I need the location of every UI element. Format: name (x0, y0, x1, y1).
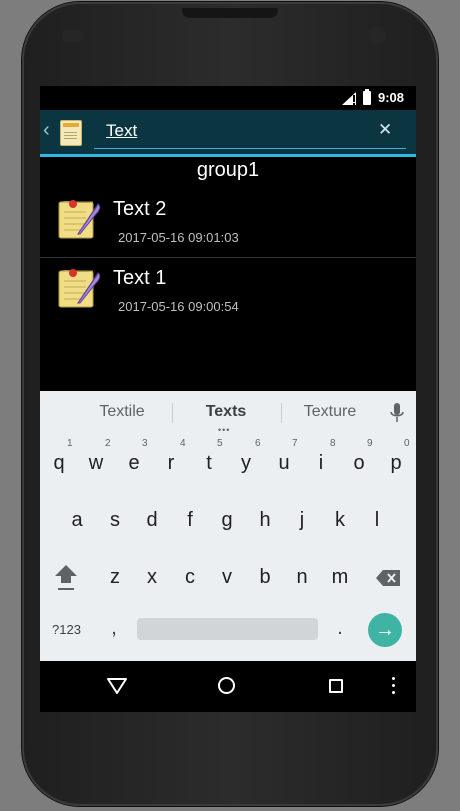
key-c[interactable]: c (172, 555, 208, 599)
nav-back-icon[interactable] (107, 677, 127, 695)
item-date: 2017-05-16 09:00:54 (118, 299, 239, 314)
arrow-right-icon[interactable]: → (368, 613, 402, 647)
close-icon[interactable]: ✕ (378, 120, 392, 140)
key-x[interactable]: x (134, 555, 170, 599)
key-h[interactable]: h (247, 498, 283, 542)
microphone-icon[interactable] (389, 403, 405, 423)
note-quill-icon (58, 200, 101, 239)
backspace-icon[interactable] (376, 570, 400, 586)
group-title: group1 (196, 159, 260, 181)
key-w[interactable]: w (78, 441, 114, 485)
nav-home-icon[interactable] (218, 677, 235, 694)
suggestion-texts[interactable]: Texts (176, 403, 276, 421)
key-y[interactable]: y (228, 441, 264, 485)
key-z[interactable]: z (97, 555, 133, 599)
item-date: 2017-05-16 09:01:03 (118, 230, 239, 245)
key-v[interactable]: v (209, 555, 245, 599)
signal-icon (342, 92, 356, 105)
more-suggestions-dots[interactable]: ••• (218, 425, 230, 435)
key-m[interactable]: m (322, 555, 358, 599)
notepad-icon[interactable] (60, 120, 82, 146)
suggestion-textile[interactable]: Textile (72, 403, 172, 421)
key-l[interactable]: l (359, 498, 395, 542)
key-p[interactable]: p (378, 441, 414, 485)
key-r[interactable]: r (153, 441, 189, 485)
search-action-bar: ‹ ✕ (40, 110, 416, 157)
key-a[interactable]: a (59, 498, 95, 542)
list-item[interactable]: Text 2 2017-05-16 09:01:03 (40, 190, 416, 258)
key-n[interactable]: n (284, 555, 320, 599)
overflow-menu-icon[interactable] (392, 677, 395, 698)
comma-key[interactable]: , (106, 617, 122, 640)
list-item[interactable]: Text 1 2017-05-16 09:00:54 (40, 259, 416, 327)
list-divider (40, 257, 416, 258)
key-d[interactable]: d (134, 498, 170, 542)
search-input[interactable] (106, 120, 346, 142)
key-o[interactable]: o (341, 441, 377, 485)
key-f[interactable]: f (172, 498, 208, 542)
navigation-bar (40, 666, 416, 712)
battery-icon (363, 89, 371, 105)
status-bar: 9:08 (40, 86, 416, 110)
suggestion-strip: Textile Texts ••• Texture (40, 391, 416, 435)
front-camera (368, 26, 386, 44)
suggestion-divider (172, 403, 173, 423)
key-i[interactable]: i (303, 441, 339, 485)
search-box[interactable]: ✕ (94, 116, 406, 149)
item-title: Text 2 (113, 198, 167, 220)
speaker (182, 8, 278, 18)
suggestion-texture[interactable]: Texture (280, 403, 380, 421)
note-quill-icon (58, 269, 101, 308)
symbols-key[interactable]: ?123 (52, 622, 81, 637)
chevron-left-icon[interactable]: ‹ (43, 120, 50, 140)
key-s[interactable]: s (97, 498, 133, 542)
shift-icon[interactable] (54, 563, 78, 591)
key-t[interactable]: t (191, 441, 227, 485)
space-bar[interactable] (137, 618, 318, 640)
front-sensor (62, 30, 84, 42)
status-time: 9:08 (378, 90, 405, 105)
key-u[interactable]: u (266, 441, 302, 485)
key-g[interactable]: g (209, 498, 245, 542)
key-k[interactable]: k (322, 498, 358, 542)
screen: 9:08 ‹ ✕ group1 Text 2 2017-05-16 09:01:… (40, 86, 416, 712)
item-title: Text 1 (113, 267, 167, 289)
period-key[interactable]: . (332, 617, 348, 640)
soft-keyboard: Textile Texts ••• Texture 1 q 2 w 3 e 4 … (40, 391, 416, 661)
key-j[interactable]: j (284, 498, 320, 542)
nav-recents-icon[interactable] (329, 679, 343, 693)
key-q[interactable]: q (41, 441, 77, 485)
key-b[interactable]: b (247, 555, 283, 599)
key-e[interactable]: e (116, 441, 152, 485)
